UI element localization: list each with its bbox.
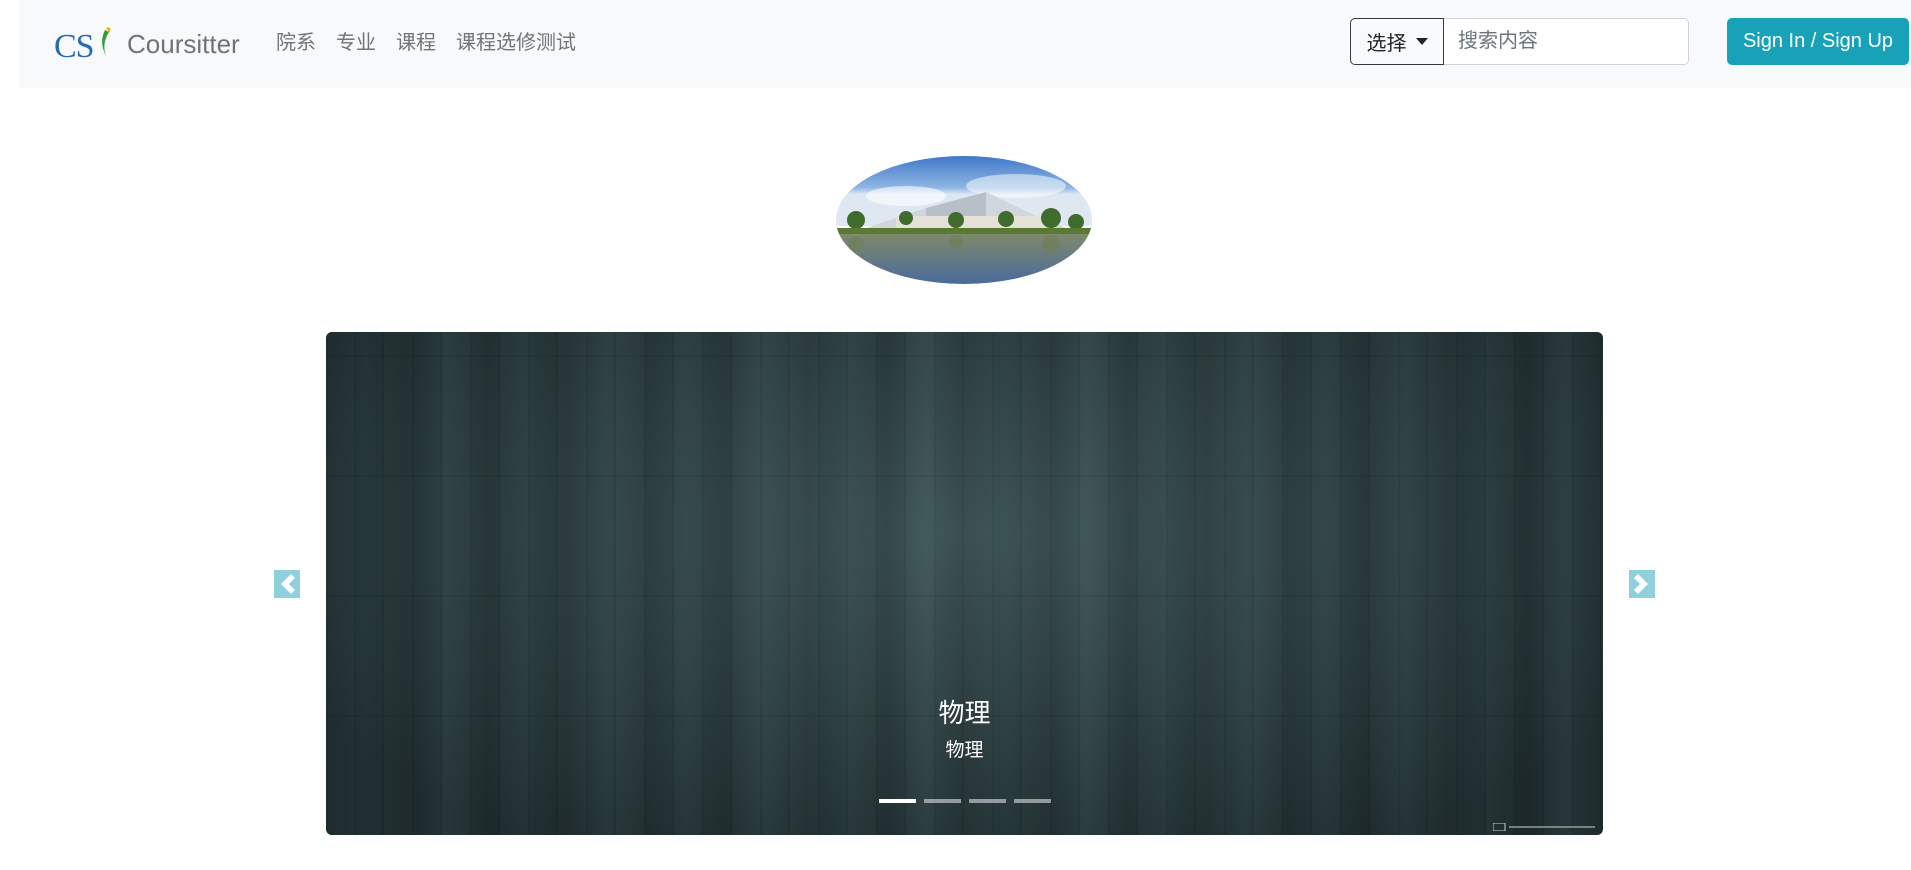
slide-title: 物理 — [938, 698, 991, 728]
search-group: 选择 — [1350, 18, 1689, 65]
nav-link-course-selection-test[interactable]: 课程选修测试 — [446, 28, 586, 58]
carousel-next-button[interactable] — [1629, 570, 1655, 598]
page: CS Coursitter 院系 专业 课程 课程选修测试 选择 Sign In… — [0, 0, 1911, 870]
carousel-indicator-1[interactable] — [878, 799, 916, 803]
search-type-dropdown[interactable]: 选择 — [1350, 18, 1444, 65]
search-type-label: 选择 — [1366, 33, 1407, 55]
campus-photo — [836, 156, 1092, 284]
campus-image — [836, 156, 1092, 284]
navbar: CS Coursitter 院系 专业 课程 课程选修测试 选择 Sign In… — [19, 0, 1911, 88]
carousel-indicator-4[interactable] — [1013, 799, 1051, 803]
brand-name: Coursitter — [127, 29, 240, 59]
carousel[interactable]: 物理 物理 — [326, 332, 1603, 835]
chevron-left-icon — [281, 574, 295, 594]
carousel-prev-button[interactable] — [274, 570, 300, 598]
sign-in-sign-up-button[interactable]: Sign In / Sign Up — [1727, 18, 1909, 65]
search-input[interactable] — [1444, 18, 1689, 65]
nav-link-departments[interactable]: 院系 — [266, 28, 326, 58]
caret-down-icon — [1415, 38, 1428, 45]
nav-link-courses[interactable]: 课程 — [386, 28, 446, 58]
nav-links: 院系 专业 课程 课程选修测试 — [266, 28, 586, 58]
chevron-right-icon — [1634, 574, 1648, 594]
nav-link-majors[interactable]: 专业 — [326, 28, 386, 58]
carousel-indicator-3[interactable] — [968, 799, 1006, 803]
carousel-indicator-2[interactable] — [923, 799, 961, 803]
coursitter-logo: CS — [54, 27, 111, 64]
slide-subtitle: 物理 — [945, 740, 984, 761]
carousel-indicators — [326, 799, 1603, 803]
brand-link[interactable]: CS Coursitter — [54, 24, 240, 64]
carousel-caption: 物理 物理 — [326, 695, 1603, 765]
svg-text:CS: CS — [54, 28, 94, 64]
image-watermark — [1493, 823, 1595, 831]
